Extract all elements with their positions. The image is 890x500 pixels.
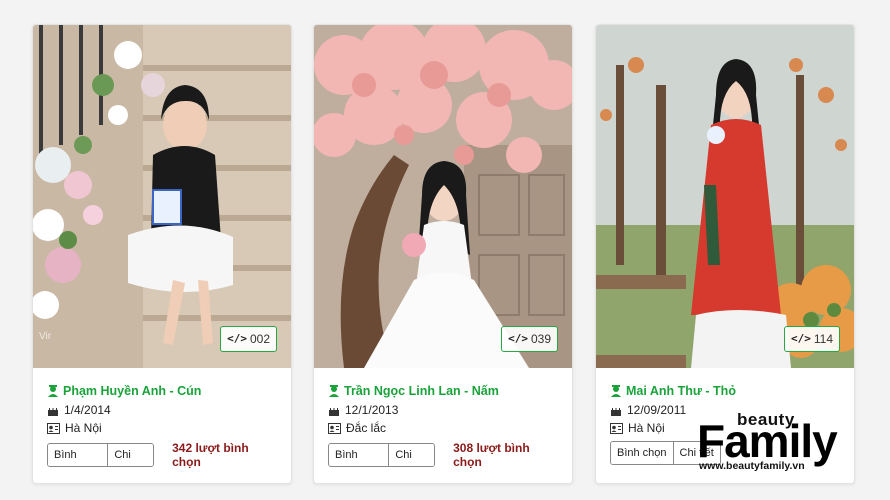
dob-row: 12/1/2013 <box>328 401 558 419</box>
vote-button[interactable]: Bình chọn <box>329 444 389 466</box>
photo-girl-under-blossom <box>314 25 572 368</box>
location: Đắc lắc <box>346 421 387 435</box>
date-of-birth: 1/4/2014 <box>64 403 111 417</box>
location-row: Hà Nội <box>47 419 277 437</box>
code-badge[interactable]: </> 039 <box>501 326 558 352</box>
detail-button[interactable]: Chi tiết <box>107 444 154 466</box>
contestant-name-row: Phạm Huyền Anh - Cún <box>47 381 277 401</box>
contestant-name[interactable]: Mai Anh Thư - Thỏ <box>626 384 736 398</box>
contestant-name[interactable]: Trần Ngọc Linh Lan - Nấm <box>344 384 499 398</box>
location: Hà Nội <box>628 421 665 435</box>
contestant-photo[interactable]: </> 114 <box>596 25 854 368</box>
photo-girl-on-stairs: Vir <box>33 25 291 368</box>
code-badge[interactable]: </> 002 <box>220 326 277 352</box>
vote-button[interactable]: Bình chọn <box>611 442 673 464</box>
code-icon: </> <box>508 332 528 345</box>
id-card-icon <box>328 422 341 434</box>
location: Hà Nội <box>65 421 102 435</box>
code-number: 114 <box>813 332 833 346</box>
logo-url-text: www.beautyfamily.vn <box>699 460 805 472</box>
beauty-family-watermark-logo: Family beauty www.beautyfamily.vn <box>697 410 867 478</box>
code-number: 039 <box>530 332 551 346</box>
contestant-name-row: Mai Anh Thư - Thỏ <box>610 381 840 401</box>
action-button-group: Bình chọn Chi tiết <box>328 443 436 467</box>
photo-girl-in-red-dress <box>596 25 854 368</box>
action-button-group: Bình chọn Chi tiết <box>47 443 155 467</box>
date-of-birth: 12/09/2011 <box>627 403 687 417</box>
vote-count: 342 lượt bình chọn <box>172 441 249 469</box>
contestant-card: </> 039 Trần Ngọc Linh Lan - Nấm 12/1/20… <box>313 24 573 484</box>
contestant-photo[interactable]: Vir </> 002 <box>33 25 291 368</box>
date-of-birth: 12/1/2013 <box>345 403 399 417</box>
contestant-name-row: Trần Ngọc Linh Lan - Nấm <box>328 381 558 401</box>
graduate-icon <box>610 385 622 397</box>
code-number: 002 <box>249 332 270 346</box>
cake-icon <box>610 404 622 416</box>
location-row: Đắc lắc <box>328 419 558 437</box>
logo-beauty-text: beauty <box>737 410 795 429</box>
vote-button[interactable]: Bình chọn <box>48 444 108 466</box>
code-icon: </> <box>790 332 811 345</box>
code-badge[interactable]: </> 114 <box>783 326 840 352</box>
graduate-icon <box>328 385 340 397</box>
cake-icon <box>47 404 59 416</box>
contestant-card: Vir </> 002 Phạm Huyền Anh - Cún 1/4/201… <box>32 24 292 484</box>
contestant-name[interactable]: Phạm Huyền Anh - Cún <box>63 384 201 398</box>
detail-button[interactable]: Chi tiết <box>388 444 435 466</box>
id-card-icon <box>47 422 60 434</box>
dob-row: 1/4/2014 <box>47 401 277 419</box>
contestant-photo[interactable]: </> 039 <box>314 25 572 368</box>
vote-count: 308 lượt bình chọn <box>453 441 530 469</box>
cake-icon <box>328 404 340 416</box>
code-icon: </> <box>227 332 247 345</box>
svg-text:Vir: Vir <box>39 331 52 342</box>
id-card-icon <box>610 422 623 434</box>
graduate-icon <box>47 385 59 397</box>
